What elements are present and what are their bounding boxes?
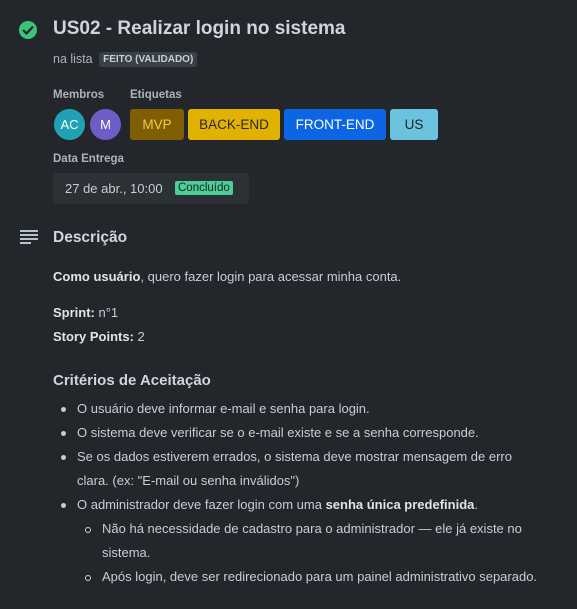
criteria-item-3-line1: Se os dados estiverem errados, o sistema… xyxy=(77,449,512,464)
labels-label: Etiquetas xyxy=(130,89,182,101)
avatar-m[interactable]: M xyxy=(90,109,121,140)
list-info: na lista FEITO (VALIDADO) xyxy=(53,52,198,67)
due-date-label: Data Entrega xyxy=(53,153,124,165)
complete-check-icon[interactable] xyxy=(19,21,37,39)
story-points-value: 2 xyxy=(133,329,145,344)
list-prefix: na lista xyxy=(53,52,93,66)
sub-item-2: Após login, deve ser redirecionado para … xyxy=(102,569,538,584)
user-story[interactable]: Como usuário, quero fazer login para ace… xyxy=(53,269,401,284)
user-story-rest: , quero fazer login para acessar minha c… xyxy=(140,269,402,284)
due-date-value: 27 de abr., 10:00 xyxy=(65,181,163,196)
criteria-heading: Critérios de Aceitação xyxy=(53,372,211,389)
sub-item-1-line1: Não há necessidade de cadastro para o ad… xyxy=(102,521,522,536)
due-date-button[interactable]: 27 de abr., 10:00 Concluído xyxy=(53,173,249,204)
label-back-end[interactable]: BACK-END xyxy=(188,109,280,140)
bullet xyxy=(61,503,66,508)
avatar-ac[interactable]: AC xyxy=(54,109,85,140)
list-name-badge[interactable]: FEITO (VALIDADO) xyxy=(99,52,198,67)
criteria-item-1: O usuário deve informar e-mail e senha p… xyxy=(77,401,370,416)
story-points-line: Story Points: 2 xyxy=(53,329,145,344)
sprint-value: n°1 xyxy=(94,305,119,320)
bullet xyxy=(61,407,66,412)
sub-bullet xyxy=(85,527,91,533)
status-badge: Concluído xyxy=(175,181,233,195)
criteria-item-3-line2: clara. (ex: "E-mail ou senha inválidos") xyxy=(77,473,300,488)
bullet xyxy=(61,455,66,460)
description-icon xyxy=(20,230,38,244)
description-heading: Descrição xyxy=(53,229,128,246)
sprint-label: Sprint: xyxy=(53,305,95,320)
members-label: Membros xyxy=(53,89,105,101)
story-points-label: Story Points: xyxy=(53,329,134,344)
criteria-item-4: O administrador deve fazer login com uma… xyxy=(77,497,478,512)
user-story-bold: Como usuário xyxy=(53,269,141,284)
criteria-item-4-suffix: . xyxy=(474,497,479,512)
sprint-line: Sprint: n°1 xyxy=(53,305,118,320)
bullet xyxy=(61,431,66,436)
criteria-item-4-bold: senha única predefinida xyxy=(325,497,475,512)
sub-item-1-line2: sistema. xyxy=(102,545,151,560)
criteria-item-4-prefix: O administrador deve fazer login com uma xyxy=(77,497,326,512)
sub-bullet xyxy=(85,575,91,581)
label-front-end[interactable]: FRONT-END xyxy=(284,109,386,140)
label-mvp[interactable]: MVP xyxy=(130,109,184,140)
criteria-item-2: O sistema deve verificar se o e-mail exi… xyxy=(77,425,479,440)
card-title[interactable]: US02 - Realizar login no sistema xyxy=(53,18,345,40)
label-us[interactable]: US xyxy=(390,109,438,140)
